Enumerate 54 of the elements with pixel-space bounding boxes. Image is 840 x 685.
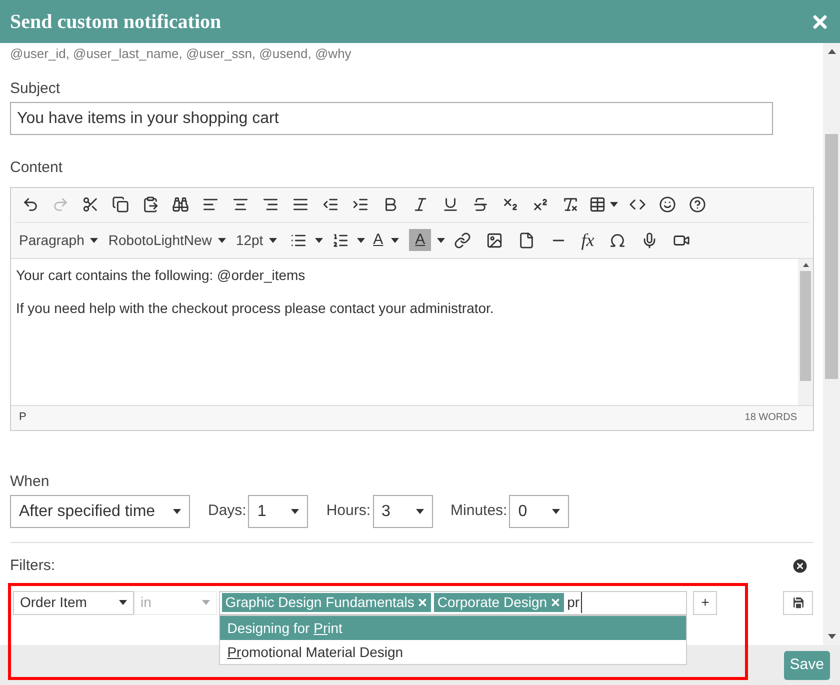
- remove-tag-icon[interactable]: [550, 597, 562, 608]
- caret-icon: [202, 600, 210, 605]
- formula-button[interactable]: fx: [575, 227, 600, 253]
- caret-icon: [218, 238, 226, 242]
- scrollbar-thumb[interactable]: [800, 270, 811, 380]
- caret-icon: [437, 238, 446, 242]
- time-select[interactable]: 1: [248, 495, 308, 528]
- format-menu[interactable]: 12pt: [232, 227, 282, 253]
- word-count: 18 WORDS: [744, 411, 797, 425]
- highlight-color-button[interactable]: A: [409, 229, 432, 251]
- caret-icon: [357, 238, 366, 242]
- time-select[interactable]: 3: [372, 495, 433, 528]
- scroll-up-icon[interactable]: [828, 49, 836, 54]
- table-icon: [589, 196, 606, 213]
- editor-paragraph: If you need help with the checkout process please contact your administrator.: [16, 298, 495, 318]
- content-label: Content: [10, 158, 64, 178]
- save-filter-icon[interactable]: [783, 590, 813, 614]
- time-label: Days:: [208, 501, 246, 522]
- tag-chip: Corporate Design: [434, 593, 564, 612]
- variables-text: @user_id, @user_last_name, @user_ssn, @usend, @why: [10, 45, 352, 63]
- scrollbar-thumb[interactable]: [825, 134, 838, 379]
- caret-icon: [173, 509, 181, 514]
- tag-input[interactable]: Graphic Design Fundamentals Corporate Design pr: [219, 590, 688, 614]
- element-path: P: [19, 410, 26, 426]
- time-label: Minutes:: [450, 501, 508, 522]
- text-color-button[interactable]: A: [367, 227, 390, 253]
- dialog-title: Send custom notification: [10, 10, 222, 34]
- time-label: Hours:: [326, 501, 371, 522]
- editor-paragraph: Your cart contains the following: @order_items: [16, 266, 306, 285]
- subject-field[interactable]: You have items in your shopping cart: [10, 102, 773, 135]
- caret-icon: [291, 509, 300, 514]
- caret-icon: [391, 238, 400, 242]
- format-menu[interactable]: RobotoLightNew: [104, 227, 230, 253]
- caret-icon: [118, 600, 127, 605]
- when-label: When: [10, 472, 50, 492]
- when-select[interactable]: After specified time: [10, 495, 190, 528]
- caret-icon: [315, 238, 324, 242]
- caret-icon: [90, 238, 98, 242]
- format-menu[interactable]: Paragraph: [15, 227, 102, 253]
- filters-label: Filters:: [10, 556, 55, 576]
- subject-label: Subject: [10, 78, 62, 98]
- field-select[interactable]: Order Item: [13, 590, 134, 614]
- remove-filter-icon[interactable]: [791, 557, 809, 576]
- scroll-up-icon[interactable]: [802, 262, 808, 266]
- remove-tag-icon[interactable]: [417, 597, 428, 608]
- caret-icon: [269, 238, 278, 242]
- caret-icon: [552, 509, 560, 514]
- time-select[interactable]: 0: [509, 495, 570, 528]
- typed-text: pr: [567, 592, 582, 613]
- caret-icon: [610, 202, 618, 207]
- add-button[interactable]: +: [693, 590, 718, 614]
- tag-chip: Graphic Design Fundamentals: [222, 593, 432, 612]
- scroll-down-icon[interactable]: [828, 634, 836, 639]
- caret-icon: [416, 509, 424, 514]
